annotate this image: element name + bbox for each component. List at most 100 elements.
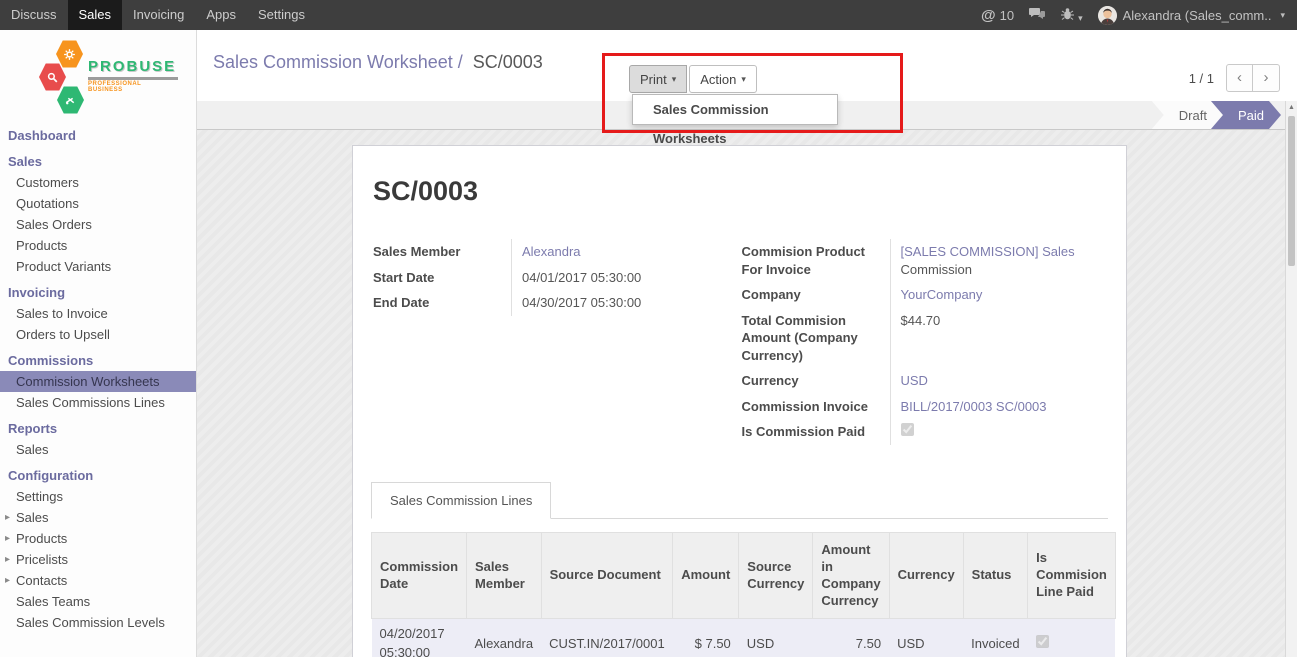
- col-currency[interactable]: Currency: [889, 532, 963, 619]
- label-start-date: Start Date: [371, 265, 511, 291]
- record-title: SC/0003: [373, 176, 1108, 207]
- label-company: Company: [740, 282, 890, 308]
- field-commission-product-rest: Commission: [901, 262, 973, 277]
- field-start-date: 04/01/2017 05:30:00: [511, 265, 728, 291]
- table-row[interactable]: 04/20/2017 05:30:00 Alexandra CUST.IN/20…: [372, 619, 1116, 657]
- action-buttons: Print▾ Action▾: [629, 65, 757, 93]
- is-commission-paid-checkbox[interactable]: [901, 423, 914, 436]
- control-panel: Sales Commission Worksheet / SC/0003 Pri…: [197, 30, 1297, 101]
- label-currency: Currency: [740, 368, 890, 394]
- breadcrumb: Sales Commission Worksheet / SC/0003: [213, 52, 543, 73]
- field-sales-member[interactable]: Alexandra: [522, 244, 581, 259]
- pager-previous-button[interactable]: ‹: [1226, 64, 1253, 92]
- user-menu[interactable]: Alexandra (Sales_comm.. ▾: [1098, 6, 1285, 25]
- chat-icon[interactable]: [1029, 7, 1045, 24]
- col-source-document[interactable]: Source Document: [541, 532, 673, 619]
- col-amount[interactable]: Amount: [673, 532, 739, 619]
- sidebar-item-contacts[interactable]: Contacts: [0, 570, 196, 591]
- sidebar-item-sales-teams[interactable]: Sales Teams: [0, 591, 196, 612]
- sidebar-item-sales-to-invoice[interactable]: Sales to Invoice: [0, 303, 196, 324]
- print-button[interactable]: Print▾: [629, 65, 687, 93]
- sidebar-item-product-variants[interactable]: Product Variants: [0, 256, 196, 277]
- logo-magnifier-icon: [39, 62, 66, 92]
- nav-discuss[interactable]: Discuss: [0, 0, 68, 30]
- status-draft[interactable]: Draft: [1152, 101, 1224, 129]
- sidebar-item-pricelists[interactable]: Pricelists: [0, 549, 196, 570]
- col-status[interactable]: Status: [963, 532, 1027, 619]
- notebook: Sales Commission Lines Commission Date S…: [371, 481, 1108, 657]
- tab-sales-commission-lines[interactable]: Sales Commission Lines: [371, 482, 551, 519]
- col-amount-company-currency[interactable]: Amount in Company Currency: [813, 532, 889, 619]
- sidebar-item-products[interactable]: Products: [0, 235, 196, 256]
- sidebar-item-customers[interactable]: Customers: [0, 172, 196, 193]
- sidebar-menu: Dashboard Sales Customers Quotations Sal…: [0, 125, 196, 633]
- logo-tools-icon: [57, 85, 84, 115]
- nav-invoicing[interactable]: Invoicing: [122, 0, 195, 30]
- content-background: SC/0003 Sales Member Alexandra Start Dat…: [197, 130, 1297, 657]
- pager-next-button[interactable]: ›: [1253, 64, 1280, 92]
- sidebar-item-sales-commission-levels[interactable]: Sales Commission Levels: [0, 612, 196, 633]
- sidebar-section-configuration[interactable]: Configuration: [0, 465, 196, 486]
- print-dropdown-menu: Sales Commission Worksheets: [632, 94, 838, 125]
- user-avatar: [1098, 6, 1117, 25]
- pager: 1 / 1 ‹ ›: [1189, 64, 1280, 92]
- debug-bug-icon[interactable]: ▾: [1060, 7, 1083, 24]
- label-is-commission-paid: Is Commission Paid: [740, 419, 890, 445]
- label-sales-member: Sales Member: [371, 239, 511, 265]
- field-group-right: Commision Product For Invoice [SALES COM…: [740, 239, 1109, 445]
- sidebar-item-commission-worksheets[interactable]: Commission Worksheets: [0, 371, 196, 392]
- mentions-count: 10: [1000, 8, 1014, 23]
- nav-settings[interactable]: Settings: [247, 0, 316, 30]
- label-end-date: End Date: [371, 290, 511, 316]
- sidebar-item-quotations[interactable]: Quotations: [0, 193, 196, 214]
- sidebar-item-orders-to-upsell[interactable]: Orders to Upsell: [0, 324, 196, 345]
- pager-value: 1 / 1: [1189, 71, 1214, 86]
- breadcrumb-parent[interactable]: Sales Commission Worksheet /: [213, 52, 463, 72]
- logo-gear-icon: [56, 39, 83, 69]
- chevron-down-icon: ▾: [672, 74, 677, 85]
- main-area: Sales Commission Worksheet / SC/0003 Pri…: [197, 30, 1297, 657]
- at-icon: @: [981, 7, 996, 24]
- col-source-currency[interactable]: Source Currency: [739, 532, 813, 619]
- sidebar-item-config-products[interactable]: Products: [0, 528, 196, 549]
- app-window: Discuss Sales Invoicing Apps Settings @ …: [0, 0, 1297, 657]
- field-company[interactable]: YourCompany: [901, 287, 983, 302]
- user-name: Alexandra (Sales_comm..: [1123, 8, 1272, 23]
- sidebar-section-reports[interactable]: Reports: [0, 418, 196, 439]
- nav-apps[interactable]: Apps: [195, 0, 247, 30]
- sidebar-item-sales-orders[interactable]: Sales Orders: [0, 214, 196, 235]
- sidebar-item-dashboard[interactable]: Dashboard: [0, 125, 196, 146]
- sidebar-section-commissions[interactable]: Commissions: [0, 350, 196, 371]
- mentions-counter[interactable]: @ 10: [981, 7, 1014, 24]
- form-sheet: SC/0003 Sales Member Alexandra Start Dat…: [352, 145, 1127, 657]
- systray: @ 10 ▾ Alexandra (Sales_comm.. ▾: [981, 0, 1297, 30]
- field-groups: Sales Member Alexandra Start Date 04/01/…: [371, 239, 1108, 445]
- field-currency[interactable]: USD: [901, 373, 928, 388]
- line-paid-checkbox[interactable]: [1036, 635, 1049, 648]
- commission-lines-table: Commission Date Sales Member Source Docu…: [371, 532, 1116, 657]
- sidebar: PROBUSE PROFESSIONAL BUSINESS Dashboard …: [0, 30, 197, 657]
- scrollbar-thumb[interactable]: [1288, 116, 1295, 266]
- nav-sales[interactable]: Sales: [68, 0, 123, 30]
- field-commission-product[interactable]: [SALES COMMISSION] Sales: [901, 244, 1075, 259]
- field-group-left: Sales Member Alexandra Start Date 04/01/…: [371, 239, 740, 445]
- logo-title: PROBUSE: [88, 58, 178, 75]
- chevron-down-icon: ▾: [1280, 10, 1285, 21]
- sidebar-item-settings[interactable]: Settings: [0, 486, 196, 507]
- sidebar-item-sales[interactable]: Sales: [0, 151, 196, 172]
- col-commission-date[interactable]: Commission Date: [372, 532, 467, 619]
- col-is-commission-line-paid[interactable]: Is Commision Line Paid: [1028, 532, 1116, 619]
- action-button[interactable]: Action▾: [689, 65, 757, 93]
- vertical-scrollbar[interactable]: ▲: [1285, 101, 1297, 657]
- field-commission-invoice[interactable]: BILL/2017/0003 SC/0003: [901, 399, 1047, 414]
- sidebar-item-reports-sales[interactable]: Sales: [0, 439, 196, 460]
- sidebar-item-sales-commissions-lines[interactable]: Sales Commissions Lines: [0, 392, 196, 413]
- probuse-logo: PROBUSE PROFESSIONAL BUSINESS: [0, 30, 196, 120]
- chevron-down-icon: ▾: [741, 74, 746, 85]
- field-end-date: 04/30/2017 05:30:00: [511, 290, 728, 316]
- top-navbar: Discuss Sales Invoicing Apps Settings @ …: [0, 0, 1297, 30]
- col-sales-member[interactable]: Sales Member: [467, 532, 542, 619]
- scroll-up-arrow-icon[interactable]: ▲: [1286, 101, 1297, 115]
- sidebar-item-config-sales[interactable]: Sales: [0, 507, 196, 528]
- sidebar-section-invoicing[interactable]: Invoicing: [0, 282, 196, 303]
